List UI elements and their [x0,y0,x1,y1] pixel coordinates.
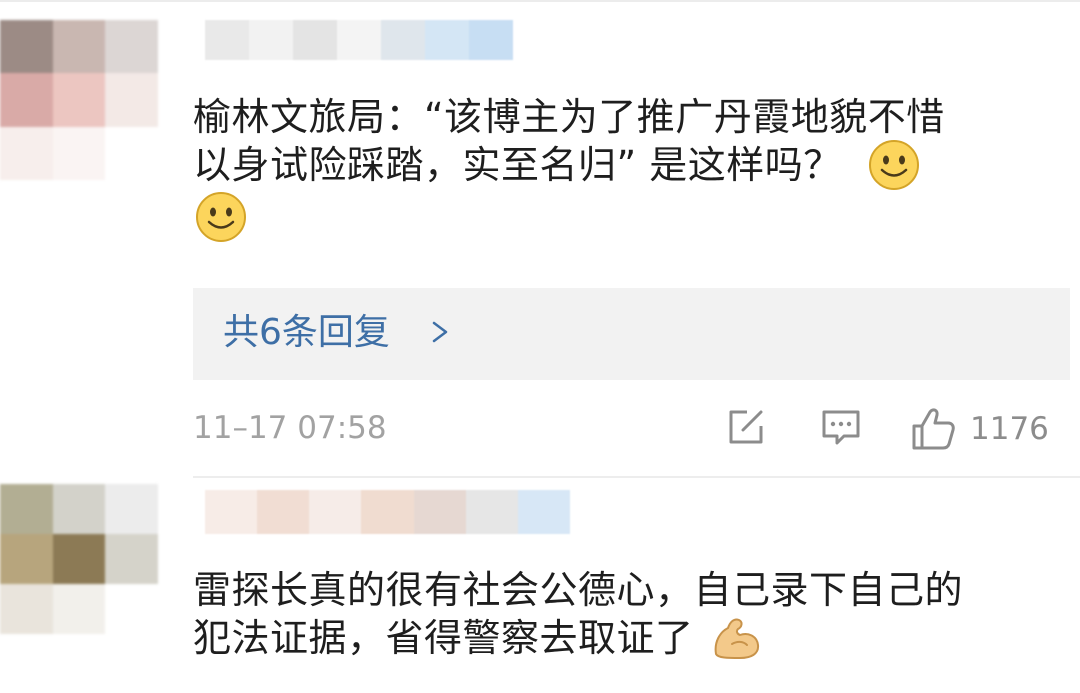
name-pixel [425,20,469,60]
comment-line: 犯法证据，省得警察去取证了 [193,614,1053,665]
avatar[interactable] [0,484,158,634]
name-pixel [293,20,337,60]
comment-text: 雷探长真的很有社会公德心，自己录下自己的 犯法证据，省得警察去取证了 [193,566,1053,665]
name-pixel [361,490,414,534]
chevron-right-icon [432,321,448,343]
avatar-pixel [105,20,158,74]
name-pixel [205,20,249,60]
avatar-pixel [105,534,158,584]
share-icon [729,410,763,444]
name-pixel [465,490,518,534]
name-pixel [337,20,381,60]
avatar-pixel [0,73,53,127]
avatar-pixel [52,20,106,74]
smiley-face-emoji [869,139,920,190]
comment-line: 雷探长真的很有社会公德心，自己录下自己的 [193,568,964,612]
name-pixel [257,490,310,534]
name-pixel [249,20,293,60]
avatar-pixel [105,126,158,180]
avatar-pixel [52,484,106,534]
replies-count-label: 共6条回复 [223,312,390,353]
username-blurred[interactable] [205,20,513,60]
avatar-pixel [0,484,53,534]
comment-icon [822,410,860,445]
smiley-face-emoji [196,192,246,242]
avatar-pixel [105,484,158,534]
replies-link[interactable]: 共6条回复 [193,288,1070,380]
name-pixel [381,20,425,60]
avatar-pixel [52,126,106,180]
comment-text: 榆林文旅局：“该博主为了推广丹霞地貌不惜 以身试险踩踏，实至名归” 是这样吗？ [193,93,1053,246]
avatar-pixel [105,584,158,634]
name-pixel [205,490,258,534]
share-button[interactable] [723,404,769,450]
comment-line: 榆林文旅局：“该博主为了推广丹霞地貌不惜 [193,95,945,139]
top-divider [0,0,1080,2]
avatar[interactable] [0,20,158,180]
avatar-pixel [52,73,106,127]
thumbs-up-icon [912,408,955,450]
avatar-pixel [0,20,53,74]
name-pixel [469,20,513,60]
flexed-biceps-emoji [714,618,760,659]
comment-timestamp: 11–17 07:58 [193,410,387,446]
comment-button[interactable] [818,404,864,450]
like-count: 1176 [970,411,1049,447]
like-button[interactable]: 1176 [908,404,1049,454]
name-pixel [309,490,362,534]
avatar-pixel [52,534,106,584]
avatar-pixel [0,584,53,634]
name-pixel [413,490,466,534]
comment-line: 以身试险踩踏，实至名归” 是这样吗？ [193,139,1053,194]
username-blurred[interactable] [205,490,570,534]
comment-divider [193,476,1080,478]
avatar-pixel [0,534,53,584]
avatar-pixel [0,126,53,180]
avatar-pixel [105,73,158,127]
comment-line [193,192,1053,247]
avatar-pixel [52,584,106,634]
name-pixel [517,490,570,534]
